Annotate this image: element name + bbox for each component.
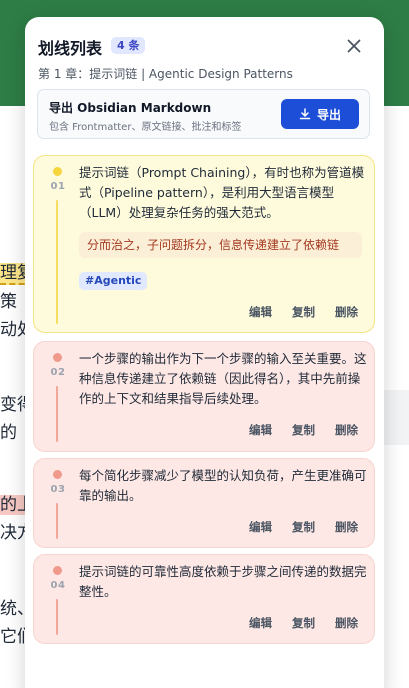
highlight-card[interactable]: 01 提示词链（Prompt Chaining），有时也称为管道模式（Pipel…: [33, 155, 375, 333]
highlight-text: 提示词链的可靠性高度依赖于步骤之间传递的数据完整性。: [79, 564, 367, 599]
panel-header: 划线列表 4 条 第 1 章：提示词链 | Agentic Design Pat…: [25, 17, 384, 167]
highlight-line: [56, 386, 58, 442]
card-actions: 编辑 复制 删除: [249, 519, 358, 535]
count-badge: 4 条: [111, 37, 146, 54]
background-text-line: 的: [0, 423, 17, 443]
highlight-number: 04: [50, 580, 66, 591]
highlight-card[interactable]: 02 一个步骤的输出作为下一个步骤的输入至关重要。这种信息传递建立了依赖链（因此…: [33, 341, 375, 452]
close-button[interactable]: [343, 35, 365, 57]
highlight-color-dot: [53, 167, 62, 176]
export-section: 导出 Obsidian Markdown 包含 Frontmatter、原文链接…: [37, 89, 370, 139]
chapter-subtitle: 第 1 章：提示词链 | Agentic Design Patterns: [38, 67, 293, 81]
highlight-color-dot: [53, 353, 62, 362]
delete-button[interactable]: 删除: [335, 615, 358, 631]
highlight-line: [56, 200, 58, 324]
highlight-card[interactable]: 04 提示词链的可靠性高度依赖于步骤之间传递的数据完整性。 编辑 复制 删除: [33, 554, 375, 644]
highlight-note: 分而治之，子问题拆分，信息传递建立了依赖链: [79, 232, 362, 258]
edit-button[interactable]: 编辑: [249, 615, 272, 631]
download-icon: [299, 108, 311, 120]
card-actions: 编辑 复制 删除: [249, 615, 358, 631]
copy-button[interactable]: 复制: [292, 304, 315, 320]
delete-button[interactable]: 删除: [335, 519, 358, 535]
copy-button[interactable]: 复制: [292, 615, 315, 631]
highlight-number: 03: [50, 484, 66, 495]
card-actions: 编辑 复制 删除: [249, 304, 358, 320]
export-button-label: 导出: [316, 107, 341, 122]
highlight-tag[interactable]: #Agentic: [79, 272, 148, 290]
export-button[interactable]: 导出: [281, 99, 359, 129]
highlight-text: 每个简化步骤减少了模型的认知负荷，产生更准确可靠的输出。: [79, 468, 367, 503]
highlight-card[interactable]: 03 每个简化步骤减少了模型的认知负荷，产生更准确可靠的输出。 编辑 复制 删除: [33, 458, 375, 548]
highlight-line: [56, 503, 58, 539]
delete-button[interactable]: 删除: [335, 422, 358, 438]
highlight-line: [56, 599, 58, 635]
highlight-color-dot: [53, 470, 62, 479]
edit-button[interactable]: 编辑: [249, 422, 272, 438]
highlight-text: 提示词链（Prompt Chaining），有时也称为管道模式（Pipeline…: [79, 165, 365, 220]
highlights-panel: 划线列表 4 条 第 1 章：提示词链 | Agentic Design Pat…: [25, 17, 384, 688]
export-description: 包含 Frontmatter、原文链接、批注和标签: [49, 122, 242, 133]
highlight-color-dot: [53, 566, 62, 575]
highlight-number: 02: [50, 367, 66, 378]
delete-button[interactable]: 删除: [335, 304, 358, 320]
copy-button[interactable]: 复制: [292, 519, 315, 535]
background-text-line: 策: [0, 292, 17, 312]
edit-button[interactable]: 编辑: [249, 519, 272, 535]
highlight-text: 一个步骤的输出作为下一个步骤的输入至关重要。这种信息传递建立了依赖链（因此得名）…: [79, 351, 367, 406]
copy-button[interactable]: 复制: [292, 422, 315, 438]
edit-button[interactable]: 编辑: [249, 304, 272, 320]
highlight-number: 01: [50, 181, 66, 192]
close-icon: [347, 39, 361, 53]
export-title: 导出 Obsidian Markdown: [49, 101, 212, 115]
card-actions: 编辑 复制 删除: [249, 422, 358, 438]
panel-title: 划线列表: [38, 39, 103, 58]
